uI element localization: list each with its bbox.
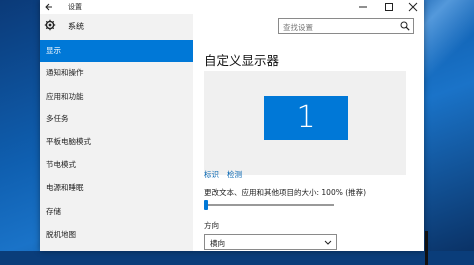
orientation-label: 方向	[204, 221, 219, 230]
sidebar-heading: 系统	[68, 22, 84, 31]
scale-slider[interactable]	[204, 200, 334, 210]
text-cursor	[425, 231, 428, 265]
title-bar[interactable]: 设置	[40, 0, 424, 15]
chevron-down-icon	[324, 239, 332, 245]
monitor-number: 1	[296, 100, 316, 135]
orientation-value: 横向	[210, 239, 225, 248]
sidebar-item-apps-features[interactable]: 应用和功能	[40, 86, 193, 108]
sidebar-item-storage[interactable]: 存储	[40, 201, 193, 223]
maximize-button[interactable]	[380, 1, 398, 13]
sidebar: 系统 显示 通知和操作 应用和功能 多任务 平板电脑模式 节电模式 电源和睡眠 …	[40, 14, 193, 251]
sidebar-item-power-sleep[interactable]: 电源和睡眠	[40, 177, 193, 199]
window-title: 设置	[68, 3, 82, 11]
slider-thumb[interactable]	[204, 200, 208, 210]
page-title: 自定义显示器	[204, 53, 280, 68]
content-pane: 查找设置 自定义显示器 1 标识 检测 更改文本、应用和其他项目的大小: 100…	[193, 14, 428, 265]
settings-window: 设置 系统 显示 通知和操作 应用和功能 多任务 平板电脑模式 节电模式 电源和…	[40, 0, 428, 265]
sidebar-item-notifications[interactable]: 通知和操作	[40, 62, 193, 84]
sidebar-item-display[interactable]: 显示	[40, 40, 193, 62]
detect-link[interactable]: 检测	[227, 169, 242, 180]
scale-label: 更改文本、应用和其他项目的大小: 100% (推荐)	[204, 188, 367, 197]
sidebar-item-multitasking[interactable]: 多任务	[40, 108, 193, 130]
search-placeholder: 查找设置	[283, 23, 313, 32]
minimize-button[interactable]	[354, 1, 372, 13]
monitor-tile[interactable]: 1	[264, 96, 348, 140]
search-icon[interactable]	[400, 21, 410, 31]
sidebar-item-offline-maps[interactable]: 脱机地图	[40, 224, 193, 246]
sidebar-item-battery-saver[interactable]: 节电模式	[40, 154, 193, 176]
close-button[interactable]	[404, 1, 422, 13]
back-arrow-icon[interactable]	[44, 2, 54, 12]
slider-track	[204, 204, 334, 206]
sidebar-header: 系统	[40, 14, 193, 38]
identify-link[interactable]: 标识	[204, 169, 219, 180]
gear-icon	[44, 19, 56, 31]
sidebar-item-tablet-mode[interactable]: 平板电脑模式	[40, 131, 193, 153]
orientation-dropdown[interactable]: 横向	[204, 234, 337, 250]
display-arrangement-area: 1	[204, 71, 406, 175]
search-input[interactable]: 查找设置	[278, 18, 414, 34]
